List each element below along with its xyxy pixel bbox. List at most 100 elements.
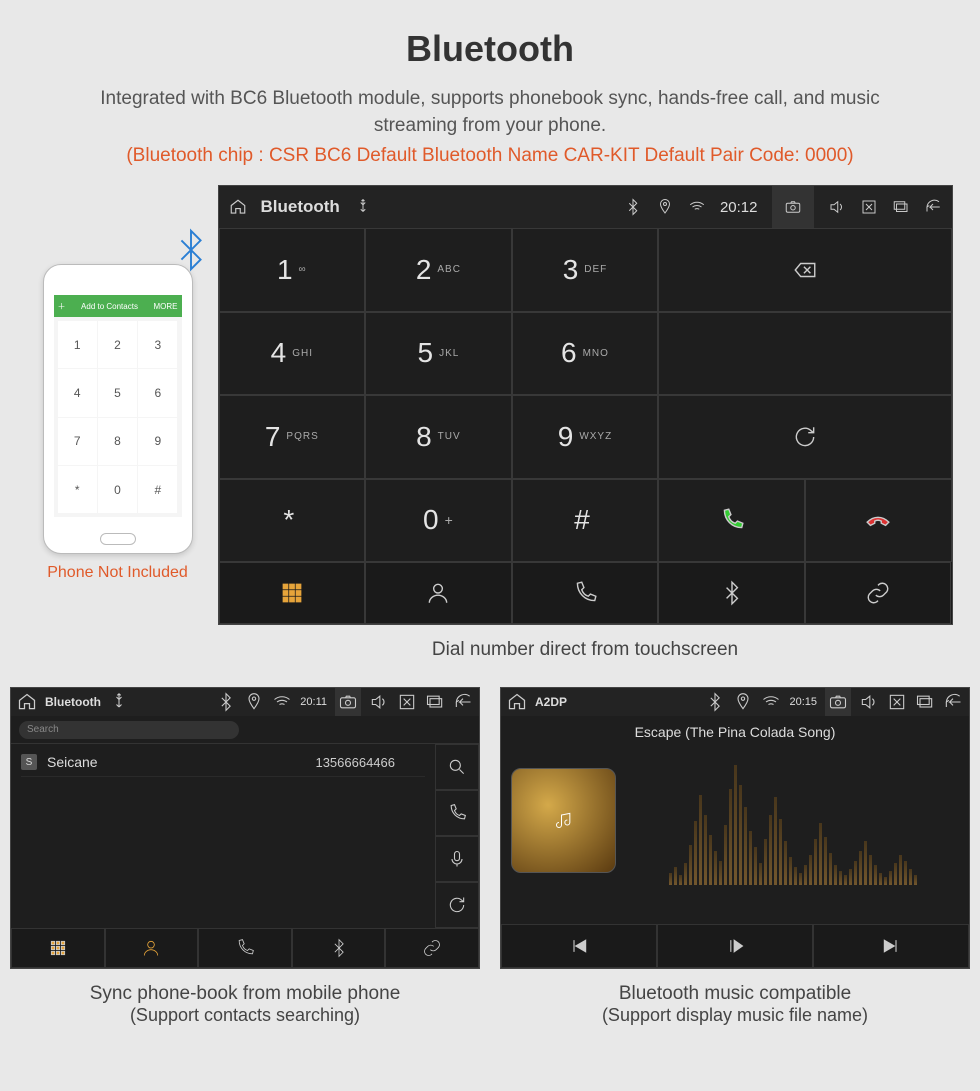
phone-key[interactable]: 2 bbox=[98, 321, 137, 368]
nav-keypad[interactable] bbox=[219, 562, 366, 624]
wifi-icon bbox=[761, 692, 781, 712]
phone-header-left: ＋ bbox=[58, 301, 66, 312]
dialer-caption: Dial number direct from touchscreen bbox=[432, 639, 738, 661]
gps-icon bbox=[733, 692, 753, 712]
phone-key[interactable]: 4 bbox=[58, 369, 97, 416]
status-bar: Bluetooth 20:11 bbox=[11, 688, 479, 716]
home-icon[interactable] bbox=[229, 198, 247, 216]
key-8[interactable]: 8TUV bbox=[365, 395, 512, 479]
phone-key[interactable]: * bbox=[58, 466, 97, 513]
equalizer-visualizer bbox=[626, 755, 959, 885]
search-button[interactable] bbox=[435, 744, 479, 790]
nav-recent-calls[interactable] bbox=[512, 562, 659, 624]
play-button[interactable] bbox=[657, 924, 813, 968]
next-button[interactable] bbox=[813, 924, 969, 968]
usb-icon bbox=[354, 198, 372, 216]
usb-icon bbox=[109, 692, 129, 712]
contacts-panel: Bluetooth 20:11 Search S bbox=[10, 687, 480, 969]
refresh-button[interactable] bbox=[658, 395, 951, 479]
phone-key[interactable]: 1 bbox=[58, 321, 97, 368]
key-3[interactable]: 3DEF bbox=[512, 228, 659, 312]
contacts-caption: Sync phone-book from mobile phone bbox=[90, 983, 401, 1005]
call-action[interactable] bbox=[435, 790, 479, 836]
dial-keypad: 1∞ 2ABC 3DEF 4GHI 5JKL 6MNO 7PQRS 8TUV 9… bbox=[219, 228, 659, 562]
phone-key[interactable]: 0 bbox=[98, 466, 137, 513]
phone-mockup: ＋ Add to Contacts MORE 1 2 3 4 5 6 7 8 9… bbox=[43, 264, 193, 554]
prev-button[interactable] bbox=[501, 924, 657, 968]
bt-status-icon bbox=[624, 198, 642, 216]
nav-bluetooth[interactable] bbox=[292, 928, 386, 968]
camera-button[interactable] bbox=[825, 688, 851, 716]
call-button[interactable] bbox=[658, 479, 805, 563]
empty-cell bbox=[658, 312, 951, 396]
key-hash[interactable]: # bbox=[512, 479, 659, 563]
close-icon[interactable] bbox=[397, 692, 417, 712]
camera-button[interactable] bbox=[335, 688, 361, 716]
key-6[interactable]: 6MNO bbox=[512, 312, 659, 396]
nav-pair[interactable] bbox=[805, 562, 952, 624]
app-title: A2DP bbox=[535, 695, 567, 709]
phone-key[interactable]: 9 bbox=[138, 418, 177, 465]
hangup-button[interactable] bbox=[805, 479, 952, 563]
key-9[interactable]: 9WXYZ bbox=[512, 395, 659, 479]
bluetooth-icon bbox=[168, 227, 214, 273]
contacts-caption-sub: (Support contacts searching) bbox=[130, 1005, 360, 1026]
phone-header-label: Add to Contacts bbox=[81, 302, 138, 311]
phone-key[interactable]: # bbox=[138, 466, 177, 513]
phone-key[interactable]: 8 bbox=[98, 418, 137, 465]
back-icon[interactable] bbox=[453, 692, 473, 712]
close-icon[interactable] bbox=[887, 692, 907, 712]
phone-caption: Phone Not Included bbox=[47, 564, 188, 582]
volume-icon[interactable] bbox=[369, 692, 389, 712]
music-caption-sub: (Support display music file name) bbox=[602, 1005, 868, 1026]
recent-icon[interactable] bbox=[892, 198, 910, 216]
nav-contacts[interactable] bbox=[105, 928, 199, 968]
app-title: Bluetooth bbox=[45, 695, 101, 709]
gps-icon bbox=[656, 198, 674, 216]
key-2[interactable]: 2ABC bbox=[365, 228, 512, 312]
phone-key[interactable]: 5 bbox=[98, 369, 137, 416]
album-art bbox=[511, 768, 616, 873]
subtitle: Integrated with BC6 Bluetooth module, su… bbox=[80, 86, 900, 139]
key-0[interactable]: 0+ bbox=[365, 479, 512, 563]
bottom-nav bbox=[219, 562, 952, 624]
clock: 20:15 bbox=[789, 696, 817, 708]
contact-row[interactable]: S Seicane 13566664466 bbox=[21, 748, 425, 777]
key-7[interactable]: 7PQRS bbox=[219, 395, 366, 479]
recent-icon[interactable] bbox=[915, 692, 935, 712]
close-icon[interactable] bbox=[860, 198, 878, 216]
key-star[interactable]: * bbox=[219, 479, 366, 563]
volume-icon[interactable] bbox=[828, 198, 846, 216]
nav-recent-calls[interactable] bbox=[198, 928, 292, 968]
backspace-button[interactable] bbox=[658, 228, 951, 312]
key-4[interactable]: 4GHI bbox=[219, 312, 366, 396]
nav-bluetooth[interactable] bbox=[658, 562, 805, 624]
search-input[interactable]: Search bbox=[19, 721, 239, 739]
page-title: Bluetooth bbox=[0, 0, 980, 70]
volume-icon[interactable] bbox=[859, 692, 879, 712]
nav-contacts[interactable] bbox=[365, 562, 512, 624]
home-icon[interactable] bbox=[507, 692, 527, 712]
home-icon[interactable] bbox=[17, 692, 37, 712]
nav-keypad[interactable] bbox=[11, 928, 105, 968]
back-icon[interactable] bbox=[943, 692, 963, 712]
key-1[interactable]: 1∞ bbox=[219, 228, 366, 312]
refresh-action[interactable] bbox=[435, 882, 479, 928]
gps-icon bbox=[244, 692, 264, 712]
key-5[interactable]: 5JKL bbox=[365, 312, 512, 396]
nav-pair[interactable] bbox=[385, 928, 479, 968]
dialer-panel: Bluetooth 20:12 1∞ 2ABC 3DEF 4GHI bbox=[218, 185, 953, 625]
status-bar: A2DP 20:15 bbox=[501, 688, 969, 716]
bt-status-icon bbox=[705, 692, 725, 712]
music-panel: A2DP 20:15 Escape (The Pina Colada Song) bbox=[500, 687, 970, 969]
bt-status-icon bbox=[216, 692, 236, 712]
back-icon[interactable] bbox=[924, 198, 942, 216]
mic-action[interactable] bbox=[435, 836, 479, 882]
phone-key[interactable]: 6 bbox=[138, 369, 177, 416]
phone-key[interactable]: 7 bbox=[58, 418, 97, 465]
phone-home-button[interactable] bbox=[100, 533, 136, 545]
phone-header-right: MORE bbox=[153, 302, 177, 311]
camera-button[interactable] bbox=[772, 186, 814, 228]
phone-key[interactable]: 3 bbox=[138, 321, 177, 368]
recent-icon[interactable] bbox=[425, 692, 445, 712]
